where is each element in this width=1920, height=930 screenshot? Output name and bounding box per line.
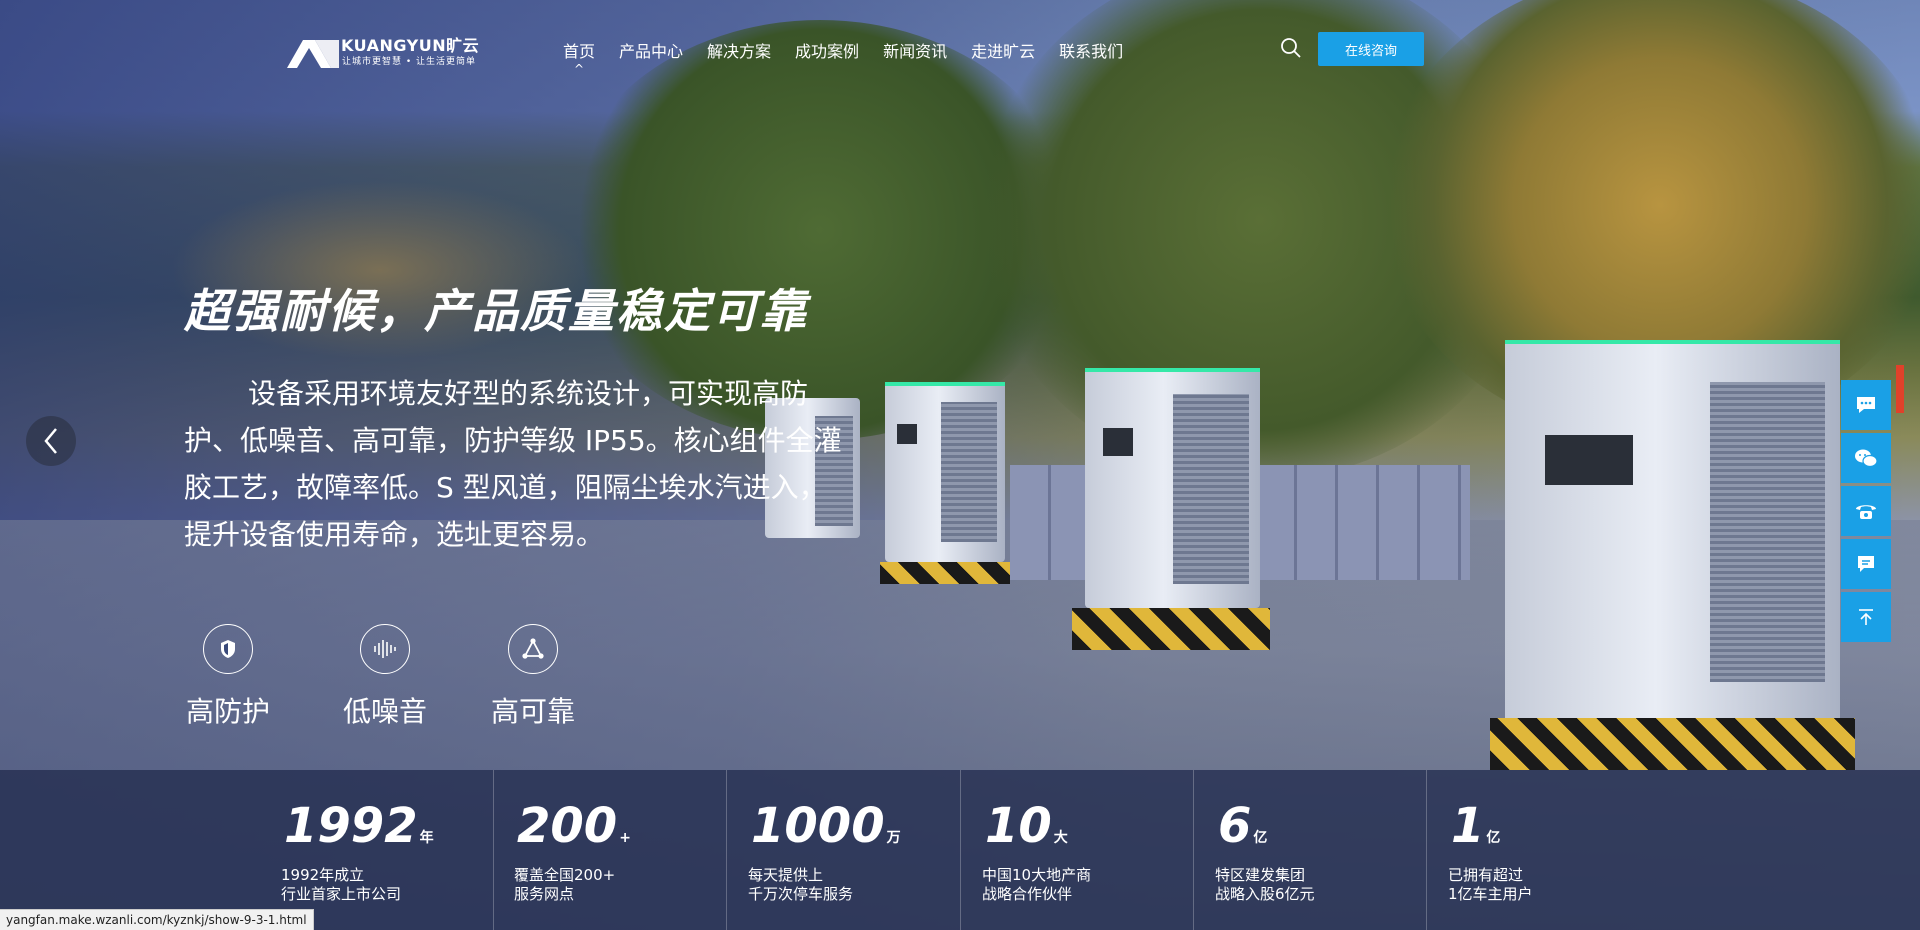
status-bar-url: yangfan.make.wzanli.com/kyznkj/show-9-3-… <box>0 909 314 930</box>
stat-caption: 每天提供上 <box>748 866 824 884</box>
stat-divider <box>1426 770 1427 930</box>
nav-about[interactable]: 走进旷云 <box>971 38 1035 62</box>
stat-value: 1000 <box>751 798 885 854</box>
stat-item: 10 大 中国10大地产商 战略合作伙伴 <box>982 770 1217 930</box>
feature-label: 高防护 <box>185 695 270 728</box>
hero-headline: 超强耐候，产品质量稳定可靠 <box>184 284 808 338</box>
chevron-left-icon <box>44 428 57 454</box>
stat-value: 6 <box>1218 798 1252 854</box>
stat-caption: 1992年成立 <box>281 866 365 884</box>
side-marker <box>1896 365 1904 413</box>
stat-item: 1000 万 每天提供上 千万次停车服务 <box>748 770 983 930</box>
hero-description: 设备采用环境友好型的系统设计，可实现高防护、低噪音、高可靠，防护等级 IP55。… <box>184 377 842 551</box>
message-icon[interactable] <box>1841 539 1891 589</box>
charger-small <box>885 382 1005 562</box>
feature-low-noise: 低噪音 <box>330 624 440 730</box>
nav-home[interactable]: 首页 <box>563 38 595 62</box>
soundwave-icon <box>360 624 410 674</box>
main-nav: 首页 产品中心 解决方案 成功案例 新闻资讯 走进旷云 联系我们 <box>563 38 1147 62</box>
feature-high-protection: 高防护 <box>173 624 283 730</box>
search-icon[interactable] <box>1280 37 1302 59</box>
stat-unit: 大 <box>1053 830 1068 846</box>
online-consult-button[interactable]: 在线咨询 <box>1318 32 1424 66</box>
nav-solutions[interactable]: 解决方案 <box>707 38 771 62</box>
nav-news[interactable]: 新闻资讯 <box>883 38 947 62</box>
charger-base <box>880 562 1010 584</box>
feature-label: 高可靠 <box>490 695 575 728</box>
stat-divider <box>493 770 494 930</box>
stat-item: 6亿 特区建发集团 战略入股6亿元 <box>1215 770 1450 930</box>
stat-caption: 已拥有超过 <box>1448 866 1524 884</box>
charger-base <box>1072 608 1270 650</box>
chat-icon[interactable] <box>1841 380 1891 430</box>
stat-caption: 特区建发集团 <box>1215 866 1306 884</box>
stat-unit: 万 <box>886 830 901 846</box>
stat-item: 200 + 覆盖全国200+ 服务网点 <box>514 770 749 930</box>
logo-mark-icon <box>287 40 339 68</box>
stat-unit: 亿 <box>1486 830 1501 846</box>
stat-caption: 覆盖全国200+ <box>514 866 616 884</box>
stat-divider <box>1193 770 1194 930</box>
stat-unit: 亿 <box>1253 830 1268 846</box>
stat-value: 1 <box>1451 798 1485 854</box>
charger-large <box>1505 340 1840 725</box>
stat-divider <box>960 770 961 930</box>
stat-value: 10 <box>985 798 1052 854</box>
charger-base <box>1490 718 1855 770</box>
stat-divider <box>726 770 727 930</box>
feature-label: 低噪音 <box>342 695 427 728</box>
stat-caption: 中国10大地产商 <box>982 866 1092 884</box>
feature-high-reliability: 高可靠 <box>478 624 588 730</box>
stat-item: 1亿 已拥有超过 1亿车主用户 <box>1448 770 1683 930</box>
charger-medium <box>1085 368 1260 608</box>
stat-caption: 战略合作伙伴 <box>982 885 1073 903</box>
stat-caption: 1亿车主用户 <box>1448 885 1533 903</box>
back-to-top-icon[interactable] <box>1841 592 1891 642</box>
stat-caption: 千万次停车服务 <box>748 885 854 903</box>
side-toolbar <box>1841 380 1891 645</box>
nav-products[interactable]: 产品中心 <box>619 38 683 62</box>
nav-cases[interactable]: 成功案例 <box>795 38 859 62</box>
stat-caption: 服务网点 <box>514 885 575 903</box>
stats-band: 1992 年 1992年成立 行业首家上市公司 200 + 覆盖全国200+ 服务网… <box>0 770 1920 930</box>
stat-caption: 行业首家上市公司 <box>281 885 402 903</box>
stat-unit: + <box>619 830 631 846</box>
brand-name: KUANGYUN旷云 <box>341 36 480 55</box>
shield-icon <box>203 624 253 674</box>
phone-icon[interactable] <box>1841 486 1891 536</box>
nav-contact[interactable]: 联系我们 <box>1059 38 1123 62</box>
stat-caption: 战略入股6亿元 <box>1215 885 1315 903</box>
stat-unit: 年 <box>419 830 434 846</box>
network-icon <box>508 624 558 674</box>
stat-item: 1992 年 1992年成立 行业首家上市公司 <box>281 770 516 930</box>
brand-slogan: 让城市更智慧 • 让生活更简单 <box>342 57 477 67</box>
stat-value: 1992 <box>284 798 418 854</box>
stat-value: 200 <box>517 798 618 854</box>
wechat-icon[interactable] <box>1841 433 1891 483</box>
carousel-prev-button[interactable] <box>26 416 76 466</box>
logo[interactable]: KUANGYUN旷云 让城市更智慧 • 让生活更简单 <box>285 32 485 72</box>
